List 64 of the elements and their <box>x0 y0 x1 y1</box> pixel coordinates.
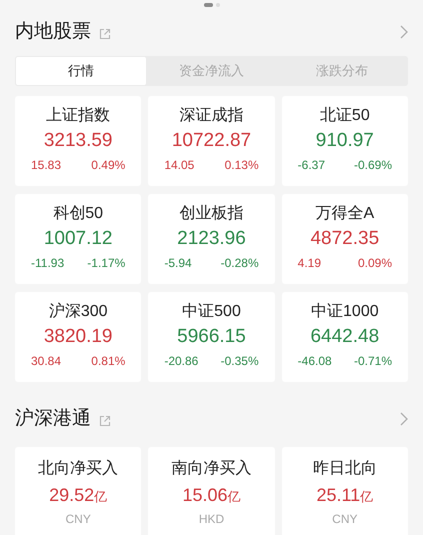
flow-name: 北向净买入 <box>38 459 118 479</box>
flow-card[interactable]: 昨日北向 25.11亿 CNY <box>282 447 408 535</box>
index-name: 万得全A <box>315 204 374 224</box>
index-value: 10722.87 <box>172 129 252 153</box>
flow-name: 昨日北向 <box>312 459 377 479</box>
flow-amount: 15.06亿 <box>182 484 241 507</box>
section-title: 沪深港通 <box>15 406 91 431</box>
currency-label: HKD <box>198 511 224 528</box>
index-value: 910.97 <box>316 129 374 153</box>
index-change: -6.37 <box>298 157 326 174</box>
index-percent: -0.35% <box>220 353 259 370</box>
index-value: 6442.48 <box>310 325 380 349</box>
index-value: 4872.35 <box>310 227 380 251</box>
index-name: 北证50 <box>320 106 370 126</box>
flow-amount: 29.52亿 <box>49 484 108 507</box>
index-card[interactable]: 科创50 1007.12 -11.93 -1.17% <box>15 194 142 284</box>
index-change: -5.94 <box>164 255 192 272</box>
index-percent: -0.69% <box>354 157 392 174</box>
index-change: 14.05 <box>164 157 194 174</box>
chevron-right-icon[interactable] <box>400 412 408 426</box>
index-name: 创业板指 <box>179 204 244 224</box>
index-value: 3213.59 <box>44 129 112 153</box>
index-percent: -1.17% <box>87 255 126 272</box>
index-percent: 0.09% <box>358 255 392 272</box>
index-card[interactable]: 万得全A 4872.35 4.19 0.09% <box>282 194 408 284</box>
index-name: 沪深300 <box>48 302 108 322</box>
flow-card[interactable]: 南向净买入 15.06亿 HKD <box>148 447 275 535</box>
index-name: 科创50 <box>53 204 104 224</box>
currency-label: CNY <box>332 511 358 528</box>
index-name: 中证500 <box>182 302 241 322</box>
index-value: 1007.12 <box>44 227 112 251</box>
flow-amount: 25.11亿 <box>316 484 374 507</box>
index-change: 4.19 <box>298 255 322 272</box>
currency-label: CNY <box>65 511 91 528</box>
index-value: 2123.96 <box>177 227 246 251</box>
index-percent: 0.81% <box>91 353 126 370</box>
index-percent: -0.28% <box>220 255 259 272</box>
index-change: -20.86 <box>164 353 198 370</box>
index-change: -46.08 <box>298 353 332 370</box>
index-name: 上证指数 <box>46 106 110 126</box>
flow-name: 南向净买入 <box>171 459 252 479</box>
index-change: 15.83 <box>31 157 62 174</box>
index-name: 深证成指 <box>179 106 244 126</box>
share-icon[interactable] <box>99 415 111 427</box>
index-change: -11.93 <box>31 255 64 272</box>
index-value: 5966.15 <box>177 325 246 349</box>
index-card[interactable]: 上证指数 3213.59 15.83 0.49% <box>15 96 142 186</box>
flow-card[interactable]: 北向净买入 29.52亿 CNY <box>15 447 142 535</box>
index-percent: 0.13% <box>224 157 259 174</box>
index-name: 中证1000 <box>311 302 379 322</box>
index-percent: 0.49% <box>91 157 126 174</box>
chevron-right-icon[interactable] <box>400 25 408 39</box>
tab[interactable]: 行情 <box>16 57 146 85</box>
index-percent: -0.71% <box>354 353 392 370</box>
index-card[interactable]: 深证成指 10722.87 14.05 0.13% <box>148 96 275 186</box>
section-title: 内地股票 <box>15 20 91 44</box>
index-card[interactable]: 沪深300 3820.19 30.84 0.81% <box>15 292 142 382</box>
index-card[interactable]: 中证500 5966.15 -20.86 -0.35% <box>148 292 275 382</box>
index-value: 3820.19 <box>44 325 112 349</box>
index-change: 30.84 <box>31 353 62 370</box>
index-card[interactable]: 北证50 910.97 -6.37 -0.69% <box>282 96 408 186</box>
share-icon[interactable] <box>99 28 111 40</box>
index-card[interactable]: 创业板指 2123.96 -5.94 -0.28% <box>148 194 275 284</box>
index-card[interactable]: 中证1000 6442.48 -46.08 -0.71% <box>282 292 408 382</box>
